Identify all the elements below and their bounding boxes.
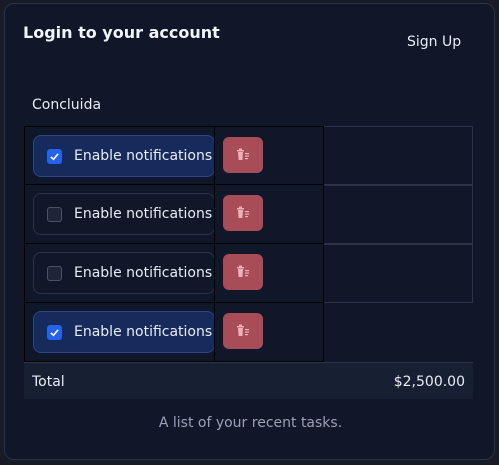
- total-label: Total: [32, 374, 65, 390]
- table-cell: [214, 303, 324, 362]
- table-caption: A list of your recent tasks.: [158, 415, 343, 431]
- login-card: Login to your account Sign Up Concluida …: [4, 3, 495, 460]
- table-cell-empty: [324, 303, 473, 362]
- table-footer: Total $2,500.00: [24, 362, 473, 399]
- trash-icon: [237, 324, 249, 336]
- table-row: Enable notifications: [24, 244, 473, 303]
- trash-icon: [237, 206, 249, 218]
- checkbox[interactable]: [47, 265, 62, 281]
- delete-button[interactable]: [223, 313, 263, 349]
- table-cell-empty: [324, 126, 473, 185]
- status-label: Concluida: [32, 97, 102, 113]
- table-cell-empty: [324, 244, 473, 303]
- notification-toggle[interactable]: Enable notifications: [33, 135, 215, 177]
- toggle-label: Enable notifications: [74, 324, 213, 340]
- checkbox[interactable]: [47, 148, 62, 164]
- check-icon: [50, 152, 59, 160]
- table-cell: [214, 185, 324, 244]
- trash-icon: [237, 265, 249, 277]
- table-row: Enable notifications: [24, 185, 473, 244]
- table-row: Enable notifications: [24, 126, 473, 185]
- table-cell: Enable notifications: [24, 303, 215, 362]
- checkbox[interactable]: [47, 324, 62, 340]
- trash-icon: [237, 148, 249, 160]
- toggle-label: Enable notifications: [74, 265, 213, 281]
- checkbox[interactable]: [47, 206, 62, 222]
- toggle-label: Enable notifications: [74, 148, 213, 164]
- notification-toggle[interactable]: Enable notifications: [33, 252, 215, 294]
- table-cell: Enable notifications: [24, 244, 215, 303]
- notification-toggle[interactable]: Enable notifications: [33, 193, 215, 235]
- toggle-label: Enable notifications: [74, 206, 213, 222]
- total-value: $2,500.00: [393, 374, 465, 390]
- table-cell: Enable notifications: [24, 126, 215, 185]
- table-row: Enable notifications: [24, 303, 473, 362]
- check-icon: [50, 328, 59, 336]
- delete-button[interactable]: [223, 195, 263, 231]
- card-title: Login to your account: [23, 23, 220, 42]
- notification-toggle[interactable]: Enable notifications: [33, 311, 215, 353]
- table-cell-empty: [324, 185, 473, 244]
- delete-button[interactable]: [223, 137, 263, 173]
- sign-up-button[interactable]: Sign Up: [407, 34, 461, 50]
- task-table: Enable notifications Enable notification…: [24, 126, 473, 362]
- delete-button[interactable]: [223, 254, 263, 290]
- table-cell: [214, 244, 324, 303]
- table-cell: Enable notifications: [24, 185, 215, 244]
- table-cell: [214, 126, 324, 185]
